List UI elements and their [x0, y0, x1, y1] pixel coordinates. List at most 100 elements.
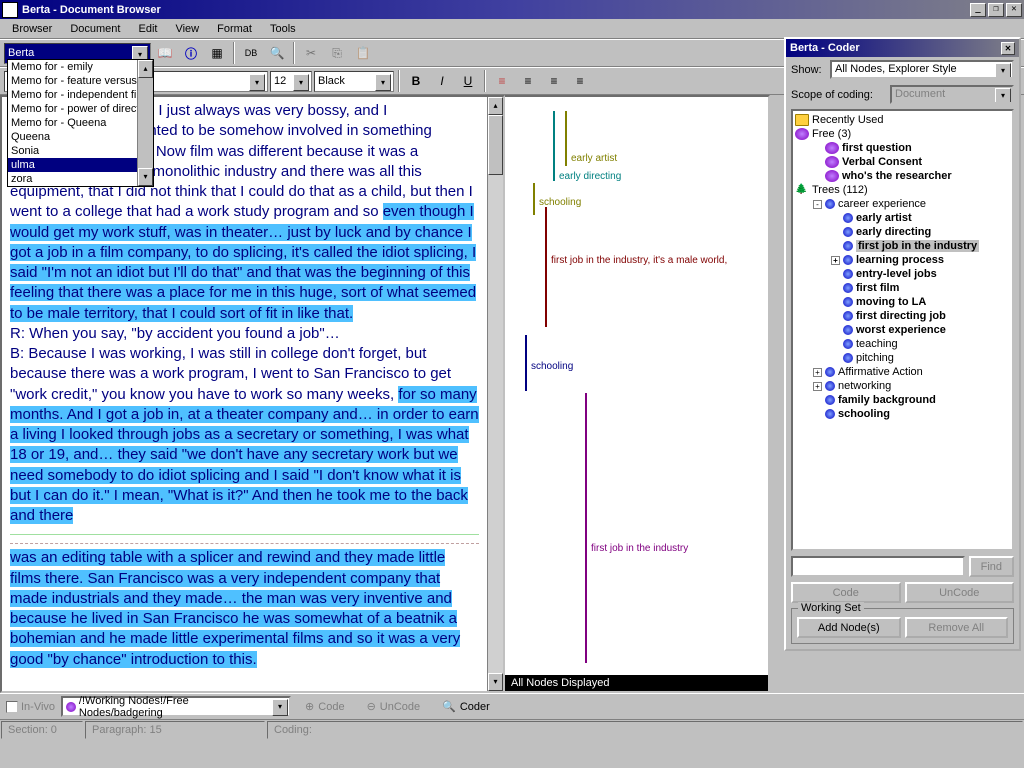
tree-node[interactable]: worst experience	[795, 323, 1010, 337]
bold-icon[interactable]: B	[404, 70, 428, 93]
menu-document[interactable]: Document	[62, 21, 128, 37]
align-left-icon[interactable]: ≡	[490, 70, 514, 93]
node-icon	[843, 353, 853, 363]
menu-browser[interactable]: Browser	[4, 21, 60, 37]
db-icon[interactable]: DB	[239, 42, 263, 65]
expand-icon[interactable]: +	[831, 256, 840, 265]
node-path-combo[interactable]: /!Working Nodes!/Free Nodes/badgering	[61, 696, 291, 717]
tree-node[interactable]: first film	[795, 281, 1010, 295]
tree-node[interactable]: schooling	[795, 407, 1010, 421]
grid-icon[interactable]: ▦	[205, 42, 229, 65]
menu-format[interactable]: Format	[209, 21, 260, 37]
menu-tools[interactable]: Tools	[262, 21, 304, 37]
tree-node[interactable]: early artist	[795, 211, 1010, 225]
code-button[interactable]: Code	[791, 582, 901, 603]
color-combo[interactable]: Black	[314, 71, 394, 92]
expand-icon[interactable]: +	[813, 382, 822, 391]
stripe-early-directing[interactable]: early directing	[553, 111, 621, 181]
menu-bar: Browser Document Edit View Format Tools	[0, 19, 1024, 39]
close-button[interactable]: ✕	[1006, 3, 1022, 17]
tree-node[interactable]: early directing	[795, 225, 1010, 239]
tree-career[interactable]: -career experience	[795, 197, 1010, 211]
menu-view[interactable]: View	[167, 21, 207, 37]
tree-node[interactable]: +Affirmative Action	[795, 365, 1010, 379]
tree-node[interactable]: +learning process	[795, 253, 1010, 267]
document-dropdown-list[interactable]: Memo for - emily Memo for - feature vers…	[7, 59, 154, 187]
window-titlebar: Berta - Document Browser _ ❐ ✕	[0, 0, 1024, 19]
minimize-button[interactable]: _	[970, 3, 986, 17]
node-tree[interactable]: Recently Used Free (3) first question Ve…	[791, 109, 1014, 551]
font-combo[interactable]	[145, 71, 268, 92]
size-combo[interactable]: 12	[270, 71, 312, 92]
tree-recently-used[interactable]: Recently Used	[795, 113, 1010, 127]
tree-free[interactable]: Free (3)	[795, 127, 1010, 141]
node-icon	[843, 241, 853, 251]
expand-icon[interactable]: +	[813, 368, 822, 377]
dd-item[interactable]: Memo for - power of director	[8, 102, 153, 116]
node-icon	[825, 199, 835, 209]
coder-titlebar[interactable]: Berta - Coder ✕	[786, 39, 1019, 57]
status-section: Section: 0	[1, 721, 83, 739]
node-icon	[843, 311, 853, 321]
remove-all-button[interactable]: Remove All	[905, 617, 1009, 638]
node-icon	[825, 409, 835, 419]
tree-node[interactable]: pitching	[795, 351, 1010, 365]
align-justify-icon[interactable]: ≡	[568, 70, 592, 93]
dd-item[interactable]: Sonia	[8, 144, 153, 158]
coder-button-bottom[interactable]: 🔍Coder	[434, 698, 498, 715]
add-nodes-button[interactable]: Add Node(s)	[797, 617, 901, 638]
stripe-schooling-2[interactable]: schooling	[525, 335, 573, 391]
align-right-icon[interactable]: ≡	[542, 70, 566, 93]
menu-edit[interactable]: Edit	[130, 21, 165, 37]
tree-node[interactable]: family background	[795, 393, 1010, 407]
tree-node-selected[interactable]: first job in the industry	[795, 239, 1010, 253]
tree-node[interactable]: first directing job	[795, 309, 1010, 323]
node-icon	[825, 381, 835, 391]
dd-item[interactable]: Memo for - independent film	[8, 88, 153, 102]
coder-close-button[interactable]: ✕	[1001, 42, 1015, 55]
stripe-first-job-male[interactable]: first job in the industry, it's a male w…	[545, 207, 727, 327]
cut-icon[interactable]: ✂	[299, 42, 323, 65]
tree-node[interactable]: Verbal Consent	[795, 155, 1010, 169]
copy-icon[interactable]: ⎘	[325, 42, 349, 65]
tree-trees[interactable]: 🌲Trees (112)	[795, 183, 1010, 197]
app-icon	[2, 2, 18, 18]
tree-node[interactable]: first question	[795, 141, 1010, 155]
dropdown-scrollbar[interactable]	[137, 60, 153, 186]
document-scrollbar[interactable]	[487, 97, 503, 691]
italic-icon[interactable]: I	[430, 70, 454, 93]
info-icon[interactable]: ⓘ	[179, 42, 203, 65]
uncode-button-bottom[interactable]: ⊖UnCode	[359, 698, 429, 715]
dd-item[interactable]: zora	[8, 172, 153, 186]
book-icon[interactable]: 📖	[153, 42, 177, 65]
dd-item[interactable]: Queena	[8, 130, 153, 144]
paste-icon[interactable]: 📋	[351, 42, 375, 65]
maximize-button[interactable]: ❐	[988, 3, 1004, 17]
find-icon[interactable]: 🔍	[265, 42, 289, 65]
tree-node[interactable]: +networking	[795, 379, 1010, 393]
status-bar: Section: 0 Paragraph: 15 Coding:	[0, 719, 1024, 740]
node-icon	[843, 227, 853, 237]
collapse-icon[interactable]: -	[813, 200, 822, 209]
dd-item[interactable]: Memo for - Queena	[8, 116, 153, 130]
coding-stripes-pane: early artist early directing schooling f…	[505, 95, 770, 693]
align-center-icon[interactable]: ≡	[516, 70, 540, 93]
dd-item-selected[interactable]: ulma	[8, 158, 153, 172]
find-button[interactable]: Find	[969, 556, 1014, 577]
document-selector-value: Berta	[8, 47, 34, 59]
coder-search-input[interactable]	[791, 556, 965, 577]
tree-node[interactable]: teaching	[795, 337, 1010, 351]
tree-node[interactable]: entry-level jobs	[795, 267, 1010, 281]
tree-node[interactable]: moving to LA	[795, 295, 1010, 309]
stripe-first-job[interactable]: first job in the industry	[585, 393, 688, 663]
node-icon	[825, 170, 839, 182]
invivo-checkbox[interactable]: In-Vivo	[6, 701, 55, 713]
dd-item[interactable]: Memo for - feature versus te	[8, 74, 153, 88]
show-combo[interactable]: All Nodes, Explorer Style	[830, 60, 1014, 79]
underline-icon[interactable]: U	[456, 70, 480, 93]
uncode-button[interactable]: UnCode	[905, 582, 1015, 603]
dd-item[interactable]: Memo for - emily	[8, 60, 153, 74]
scrollbar-thumb[interactable]	[488, 115, 503, 175]
code-button-bottom[interactable]: ⊕Code	[297, 698, 353, 715]
tree-node[interactable]: who's the researcher	[795, 169, 1010, 183]
